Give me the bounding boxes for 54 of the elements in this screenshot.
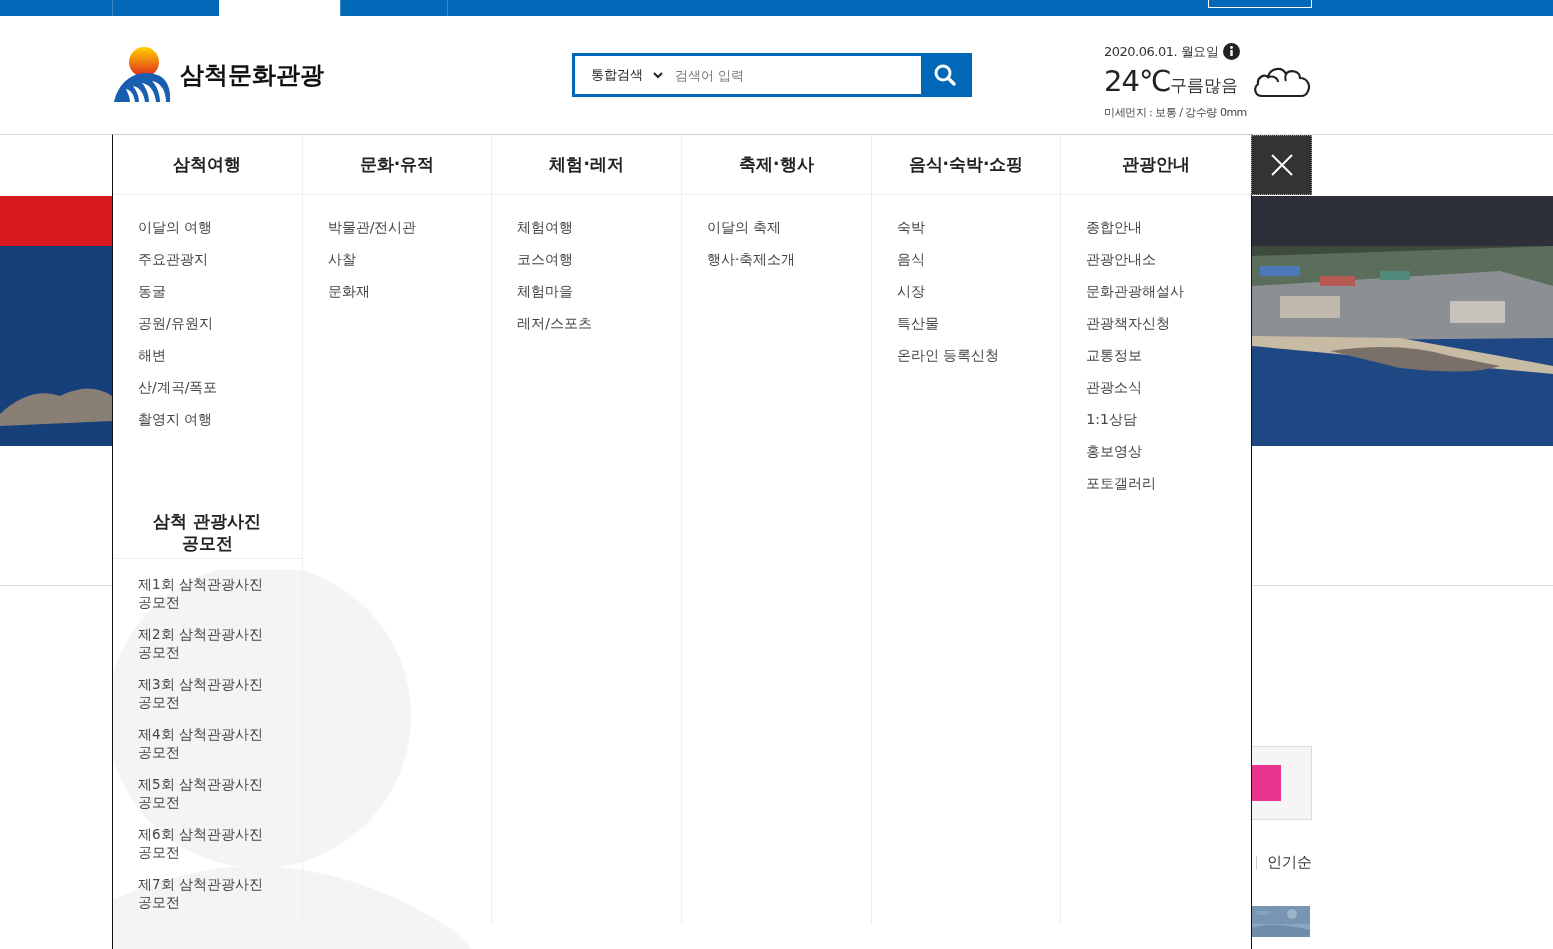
menu-item[interactable]: 체험여행 bbox=[517, 211, 681, 243]
menu-item[interactable]: 제3회 삼척관광사진 공모전 bbox=[138, 675, 273, 711]
menu-item[interactable]: 공원/유원지 bbox=[138, 307, 302, 339]
menu-item[interactable]: 제4회 삼척관광사진 공모전 bbox=[138, 725, 273, 761]
weather-date: 2020.06.01. 월요일 bbox=[1104, 42, 1219, 61]
search-icon bbox=[933, 63, 957, 87]
menu-item[interactable]: 관광책자신청 bbox=[1086, 307, 1251, 339]
menu-item[interactable]: 교통정보 bbox=[1086, 339, 1251, 371]
menu-item[interactable]: 음식 bbox=[896, 243, 1061, 275]
close-button[interactable] bbox=[1251, 135, 1312, 195]
site-logo[interactable]: 삼척문화관광 bbox=[180, 59, 324, 91]
menu-item[interactable]: 박물관/전시관 bbox=[327, 211, 492, 243]
menu-item[interactable]: 시장 bbox=[896, 275, 1061, 307]
menu-category[interactable]: 삼척 관광사진 공모전 bbox=[147, 510, 268, 558]
info-icon[interactable] bbox=[1223, 43, 1241, 60]
menu-item[interactable]: 이달의 여행 bbox=[138, 211, 302, 243]
menu-item[interactable]: 제5회 삼척관광사진 공모전 bbox=[138, 775, 273, 811]
menu-item[interactable]: 행사·축제소개 bbox=[707, 243, 871, 275]
menu-item[interactable]: 제7회 삼척관광사진 공모전 bbox=[138, 875, 273, 911]
weather-condition: 구름많음 bbox=[1170, 74, 1239, 97]
menu-item[interactable]: 제6회 삼척관광사진 공모전 bbox=[138, 825, 273, 861]
menu-item[interactable]: 숙박 bbox=[896, 211, 1061, 243]
menu-item[interactable]: 온라인 등록신청 bbox=[896, 339, 1061, 371]
menu-item[interactable]: 문화재 bbox=[327, 275, 492, 307]
menu-item[interactable]: 홍보영상 bbox=[1086, 435, 1251, 467]
close-icon bbox=[1270, 154, 1293, 176]
menu-item[interactable]: 관광안내소 bbox=[1086, 243, 1251, 275]
menu-item[interactable]: 제1회 삼척관광사진 공모전 bbox=[138, 575, 273, 611]
weather-details: 미세먼지 : 보통 / 강수량 0mm bbox=[1104, 104, 1248, 120]
menu-item[interactable]: 촬영지 여행 bbox=[138, 403, 302, 435]
search-button[interactable] bbox=[921, 56, 969, 94]
menu-item[interactable]: 해변 bbox=[138, 339, 302, 371]
menu-item[interactable]: 체험마을 bbox=[517, 275, 681, 307]
top-button[interactable] bbox=[1208, 0, 1312, 8]
menu-item[interactable]: 1:1상담 bbox=[1086, 403, 1251, 435]
menu-item[interactable]: 코스여행 bbox=[517, 243, 681, 275]
menu-item[interactable]: 제2회 삼척관광사진 공모전 bbox=[138, 625, 273, 661]
search-scope-select[interactable]: 통합검색 bbox=[575, 56, 673, 94]
menu-item[interactable]: 사찰 bbox=[327, 243, 492, 275]
menu-item[interactable]: 포토갤러리 bbox=[1086, 467, 1251, 499]
logo-icon bbox=[112, 46, 172, 104]
chevron-icon bbox=[653, 71, 663, 79]
menu-item[interactable]: 이달의 축제 bbox=[707, 211, 871, 243]
menu-item[interactable]: 종합안내 bbox=[1086, 211, 1251, 243]
search-field[interactable]: 통합검색 검색어 입력 bbox=[572, 53, 972, 97]
menu-item[interactable]: 관광소식 bbox=[1086, 371, 1251, 403]
menu-item[interactable]: 동굴 bbox=[138, 275, 302, 307]
menu-item[interactable]: 레저/스포츠 bbox=[517, 307, 681, 339]
menu-item[interactable]: 산/계곡/폭포 bbox=[138, 371, 302, 403]
menu-item[interactable]: 특산물 bbox=[896, 307, 1061, 339]
sort-option[interactable]: 인기순 bbox=[1267, 853, 1312, 872]
menu-item[interactable]: 주요관광지 bbox=[138, 243, 302, 275]
menu-item[interactable]: 문화관광해설사 bbox=[1086, 275, 1251, 307]
temperature: 24℃ bbox=[1104, 63, 1171, 98]
